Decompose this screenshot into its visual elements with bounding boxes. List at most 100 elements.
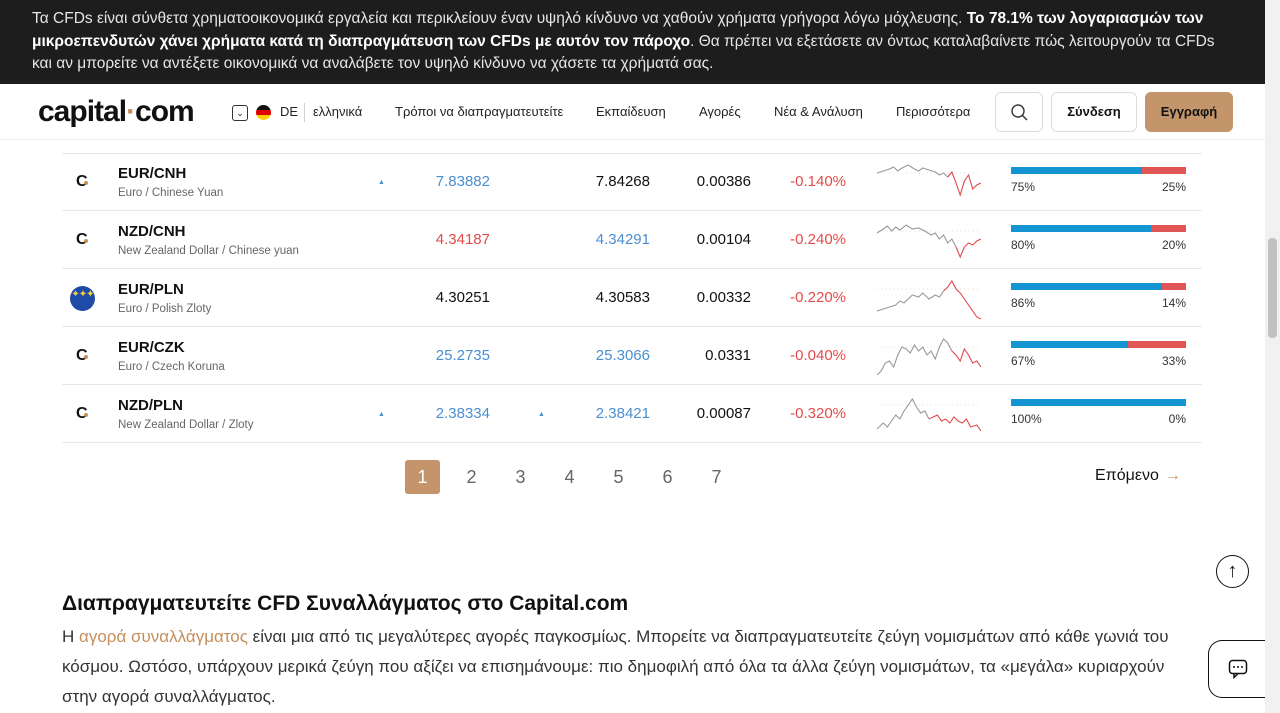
language-divider <box>304 103 305 122</box>
page-button-5[interactable]: 5 <box>601 460 636 494</box>
change-percent: -0.240% <box>790 231 846 248</box>
table-row[interactable]: EUR/CZK Euro / Czech Koruna 25.2735 25.3… <box>62 327 1202 385</box>
buyers-sentiment-bar <box>1011 399 1186 406</box>
page-scrollbar[interactable] <box>1265 0 1280 713</box>
pair-symbol[interactable]: NZD/CNH <box>118 223 186 240</box>
spread-value: 0.00386 <box>696 173 751 190</box>
pair-description: Euro / Polish Zloty <box>118 303 212 315</box>
spread-value: 0.00104 <box>696 231 751 248</box>
nav-ways-to-trade[interactable]: Τρόποι να διαπραγματευτείτε <box>395 104 563 119</box>
sell-price[interactable]: 7.83882 <box>436 173 490 190</box>
buy-price[interactable]: 7.84268 <box>596 173 650 190</box>
pair-description: New Zealand Dollar / Zloty <box>118 419 254 431</box>
eu-flag-icon: ✦✦✦ <box>70 286 95 311</box>
page-button-4[interactable]: 4 <box>552 460 587 494</box>
chevron-down-icon[interactable]: ⌄ <box>232 105 248 121</box>
page-button-1[interactable]: 1 <box>405 460 440 494</box>
sellers-sentiment-bar <box>1162 283 1186 290</box>
nav-news-analysis[interactable]: Νέα & Ανάλυση <box>774 104 863 119</box>
page-button-6[interactable]: 6 <box>650 460 685 494</box>
germany-flag-icon[interactable] <box>256 105 271 120</box>
page-button-7[interactable]: 7 <box>699 460 734 494</box>
chat-icon <box>1228 659 1248 679</box>
sellers-percent: 25% <box>1161 180 1186 194</box>
tick-up-icon: ▲ <box>378 179 385 186</box>
tick-up-icon: ▲ <box>538 411 545 418</box>
next-page-link[interactable]: Επόμενο → <box>1095 467 1181 485</box>
spread-value: 0.0331 <box>705 347 751 364</box>
forex-market-link[interactable]: αγορά συναλλάγματος <box>79 627 248 646</box>
buyers-sentiment-bar <box>1011 283 1162 290</box>
arrow-right-icon: → <box>1164 467 1181 484</box>
risk-text-a: Τα CFDs είναι σύνθετα χρηματοοικονομικά … <box>32 10 967 27</box>
sellers-sentiment-bar <box>1151 225 1186 232</box>
page-button-3[interactable]: 3 <box>503 460 538 494</box>
pair-description: Euro / Czech Koruna <box>118 361 225 373</box>
change-percent: -0.140% <box>790 173 846 190</box>
sell-price[interactable]: 4.30251 <box>436 289 490 306</box>
article-title: Διαπραγματευτείτε CFD Συναλλάγματος στο … <box>62 592 629 615</box>
pair-description: Euro / Chinese Yuan <box>118 187 224 199</box>
pair-symbol[interactable]: EUR/CNH <box>118 165 186 182</box>
table-row[interactable]: EUR/CNH Euro / Chinese Yuan ▲ 7.83882 7.… <box>62 153 1202 211</box>
change-percent: -0.220% <box>790 289 846 306</box>
language-selector[interactable]: ελληνικά <box>313 104 362 119</box>
table-row[interactable]: NZD/CNH New Zealand Dollar / Chinese yua… <box>62 211 1202 269</box>
nav-markets[interactable]: Αγορές <box>699 104 741 119</box>
sellers-percent: 33% <box>1161 354 1186 368</box>
nav-education[interactable]: Εκπαίδευση <box>596 104 666 119</box>
pair-symbol[interactable]: NZD/PLN <box>118 397 183 414</box>
sellers-sentiment-bar <box>1142 167 1186 174</box>
change-percent: -0.320% <box>790 405 846 422</box>
buyers-percent: 75% <box>1011 180 1036 194</box>
buyers-sentiment-bar <box>1011 225 1151 232</box>
capital-logo-icon <box>70 228 95 253</box>
sellers-percent: 14% <box>1161 296 1186 310</box>
table-row[interactable]: ✦✦✦ EUR/PLN Euro / Polish Zloty 4.30251 … <box>62 269 1202 327</box>
buyers-percent: 67% <box>1011 354 1036 368</box>
buy-price[interactable]: 4.34291 <box>596 231 650 248</box>
page-button-2[interactable]: 2 <box>454 460 489 494</box>
sparkline-chart <box>877 164 981 197</box>
buyers-percent: 86% <box>1011 296 1036 310</box>
capital-logo-icon <box>70 170 95 195</box>
buyers-percent: 80% <box>1011 238 1036 252</box>
sparkline-chart <box>877 397 981 432</box>
buy-price[interactable]: 25.3066 <box>596 347 650 364</box>
article-body: Η αγορά συναλλάγματος είναι μια από τις … <box>62 627 1169 706</box>
nav-more[interactable]: Περισσότερα <box>896 104 970 119</box>
buyers-sentiment-bar <box>1011 167 1142 174</box>
search-button[interactable] <box>995 92 1043 132</box>
pair-description: New Zealand Dollar / Chinese yuan <box>118 245 299 257</box>
sell-price[interactable]: 4.34187 <box>436 231 490 248</box>
sellers-percent: 20% <box>1161 238 1186 252</box>
buyers-sentiment-bar <box>1011 341 1128 348</box>
risk-warning-banner: Τα CFDs είναι σύνθετα χρηματοοικονομικά … <box>0 0 1265 84</box>
tick-up-icon: ▲ <box>378 411 385 418</box>
spread-value: 0.00332 <box>696 289 751 306</box>
login-button[interactable]: Σύνδεση <box>1051 92 1137 132</box>
arrow-up-icon: ↑ <box>1227 560 1238 582</box>
buy-price[interactable]: 4.30583 <box>596 289 650 306</box>
search-icon <box>1011 104 1028 121</box>
site-header: capital·com ⌄ DE ελληνικά Τρόποι να διαπ… <box>0 84 1265 140</box>
capital-logo-icon <box>70 344 95 369</box>
change-percent: -0.040% <box>790 347 846 364</box>
pair-symbol[interactable]: EUR/CZK <box>118 339 185 356</box>
spread-value: 0.00087 <box>696 405 751 422</box>
sellers-sentiment-bar <box>1128 341 1186 348</box>
sell-price[interactable]: 2.38334 <box>436 405 490 422</box>
pair-symbol[interactable]: EUR/PLN <box>118 281 184 298</box>
buy-price[interactable]: 2.38421 <box>596 405 650 422</box>
table-row[interactable]: NZD/PLN New Zealand Dollar / Zloty ▲ 2.3… <box>62 385 1202 443</box>
sparkline-chart <box>877 224 981 259</box>
sell-price[interactable]: 25.2735 <box>436 347 490 364</box>
scrollbar-thumb[interactable] <box>1268 238 1277 338</box>
chat-button[interactable] <box>1208 640 1268 698</box>
signup-button[interactable]: Εγγραφή <box>1145 92 1233 132</box>
region-code[interactable]: DE <box>280 104 298 119</box>
capital-logo[interactable]: capital·com <box>38 95 195 129</box>
buyers-percent: 100% <box>1011 412 1042 426</box>
scroll-to-top-button[interactable]: ↑ <box>1216 555 1249 588</box>
sellers-percent: 0% <box>1168 412 1186 426</box>
